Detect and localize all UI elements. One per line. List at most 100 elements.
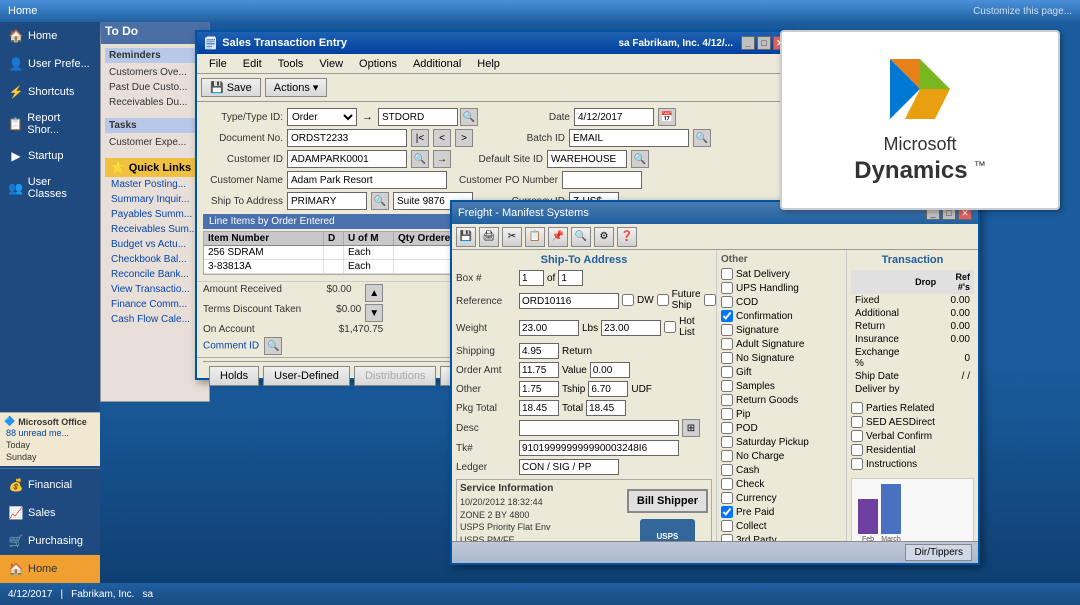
signature-checkbox[interactable] (721, 324, 733, 336)
document-nav-first[interactable]: |< (411, 129, 429, 147)
document-no-input[interactable] (287, 129, 407, 147)
total-input[interactable] (586, 400, 626, 416)
ql-budget[interactable]: Budget vs Actu... (105, 237, 205, 252)
sidebar-item-user-prefs[interactable]: 👤 User Prefe... (0, 50, 100, 78)
customer-lookup-btn[interactable]: 🔍 (411, 150, 429, 168)
third-party-checkbox[interactable] (721, 534, 733, 541)
value-input[interactable] (590, 362, 630, 378)
sat-delivery-checkbox[interactable] (721, 268, 733, 280)
menu-tools[interactable]: Tools (270, 57, 312, 71)
sidebar-item-report-shortcuts[interactable]: 📋 Report Shor... (0, 106, 100, 142)
comment-id-link[interactable]: Comment ID (203, 341, 259, 352)
pod-checkbox[interactable] (721, 422, 733, 434)
terms-nav-btn[interactable]: ▼ (365, 304, 383, 322)
ql-reconcile[interactable]: Reconcile Bank... (105, 267, 205, 282)
sidebar-item-user-classes[interactable]: 👥 User Classes (0, 170, 100, 206)
sidebar-item-startup[interactable]: ▶ Startup (0, 142, 100, 170)
office-today[interactable]: Today (4, 439, 96, 451)
shipping-input[interactable] (519, 343, 559, 359)
sidebar-item-home[interactable]: 🏠 Home (0, 22, 100, 50)
notify-checkbox[interactable] (704, 294, 716, 306)
type-id-input[interactable] (378, 108, 458, 126)
default-site-input[interactable] (547, 150, 627, 168)
frt-btn-1[interactable]: 💾 (456, 227, 476, 247)
samples-checkbox[interactable] (721, 380, 733, 392)
return-goods-checkbox[interactable] (721, 394, 733, 406)
menu-edit[interactable]: Edit (235, 57, 270, 71)
box-input[interactable] (519, 270, 544, 286)
document-nav-prev[interactable]: < (433, 129, 451, 147)
ql-receivables[interactable]: Receivables Sum... (105, 222, 205, 237)
frt-btn-4[interactable]: 📋 (525, 227, 545, 247)
bill-shipper-button[interactable]: Bill Shipper (627, 489, 708, 513)
ql-checkbook[interactable]: Checkbook Bal... (105, 252, 205, 267)
type-select[interactable]: Order (287, 108, 357, 126)
menu-file[interactable]: File (201, 57, 235, 71)
other-input[interactable] (519, 381, 559, 397)
todo-item-customer-exp[interactable]: Customer Expe... (105, 135, 205, 150)
no-charge-checkbox[interactable] (721, 450, 733, 462)
office-unread[interactable]: 88 unread me... (4, 427, 96, 439)
save-button[interactable]: 💾 Save (201, 78, 261, 97)
pip-checkbox[interactable] (721, 408, 733, 420)
customer-nav-btn[interactable]: → (433, 150, 451, 168)
comment-lookup-btn[interactable]: 🔍 (264, 337, 282, 355)
customer-name-input[interactable] (287, 171, 447, 189)
office-sunday[interactable]: Sunday (4, 451, 96, 463)
frt-btn-3[interactable]: ✂ (502, 227, 522, 247)
frt-btn-7[interactable]: ⚙ (594, 227, 614, 247)
dw-checkbox[interactable] (622, 294, 634, 306)
sidebar-item-home-active[interactable]: 🏠 Home (0, 555, 100, 583)
currency-checkbox[interactable] (721, 492, 733, 504)
customer-po-input[interactable] (562, 171, 642, 189)
cod-checkbox[interactable] (721, 296, 733, 308)
desc-input[interactable] (519, 420, 679, 436)
of-input[interactable] (558, 270, 583, 286)
menu-help[interactable]: Help (469, 57, 508, 71)
sidebar-item-financial[interactable]: 💰 Financial (0, 471, 100, 499)
collect-checkbox[interactable] (721, 520, 733, 532)
top-bar-customize[interactable]: Customize this page... (973, 6, 1072, 17)
type-lookup-btn[interactable]: 🔍 (460, 108, 478, 126)
reference-input[interactable] (519, 293, 619, 309)
gift-checkbox[interactable] (721, 366, 733, 378)
holds-button[interactable]: Holds (209, 366, 259, 386)
ledger-input[interactable] (519, 459, 619, 475)
menu-options[interactable]: Options (351, 57, 405, 71)
todo-item-pastdue[interactable]: Past Due Custo... (105, 80, 205, 95)
sidebar-item-shortcuts[interactable]: ⚡ Shortcuts (0, 78, 100, 106)
tk-input[interactable] (519, 440, 679, 456)
ql-payables[interactable]: Payables Summ... (105, 207, 205, 222)
todo-item-customers[interactable]: Customers Ove... (105, 65, 205, 80)
ups-handling-checkbox[interactable] (721, 282, 733, 294)
parties-related-checkbox[interactable] (851, 402, 863, 414)
todo-item-receivables-due[interactable]: Receivables Du... (105, 95, 205, 110)
batch-id-input[interactable] (569, 129, 689, 147)
ql-master-posting[interactable]: Master Posting... (105, 177, 205, 192)
minimize-button[interactable]: _ (741, 36, 755, 50)
frt-btn-8[interactable]: ❓ (617, 227, 637, 247)
saturday-pickup-checkbox[interactable] (721, 436, 733, 448)
confirmation-checkbox[interactable] (721, 310, 733, 322)
frt-btn-5[interactable]: 📌 (548, 227, 568, 247)
sed-aes-checkbox[interactable] (851, 416, 863, 428)
future-ship-checkbox[interactable] (657, 294, 669, 306)
residential-checkbox[interactable] (851, 444, 863, 456)
site-lookup-btn[interactable]: 🔍 (631, 150, 649, 168)
ship-to-lookup-btn[interactable]: 🔍 (371, 192, 389, 210)
customer-id-input[interactable] (287, 150, 407, 168)
order-amt-input[interactable] (519, 362, 559, 378)
instructions-checkbox[interactable] (851, 458, 863, 470)
ql-transactions[interactable]: View Transactio... (105, 282, 205, 297)
top-bar-home[interactable]: Home (8, 5, 37, 17)
ql-summary-inquiry[interactable]: Summary Inquir... (105, 192, 205, 207)
adult-sig-checkbox[interactable] (721, 338, 733, 350)
maximize-button[interactable]: □ (757, 36, 771, 50)
sidebar-item-purchasing[interactable]: 🛒 Purchasing (0, 527, 100, 555)
weight-input[interactable] (519, 320, 579, 336)
ship-to-input[interactable] (287, 192, 367, 210)
frt-btn-2[interactable]: 🖨 (479, 227, 499, 247)
date-calendar-btn[interactable]: 📅 (658, 108, 676, 126)
menu-view[interactable]: View (311, 57, 351, 71)
document-nav-next[interactable]: > (455, 129, 473, 147)
